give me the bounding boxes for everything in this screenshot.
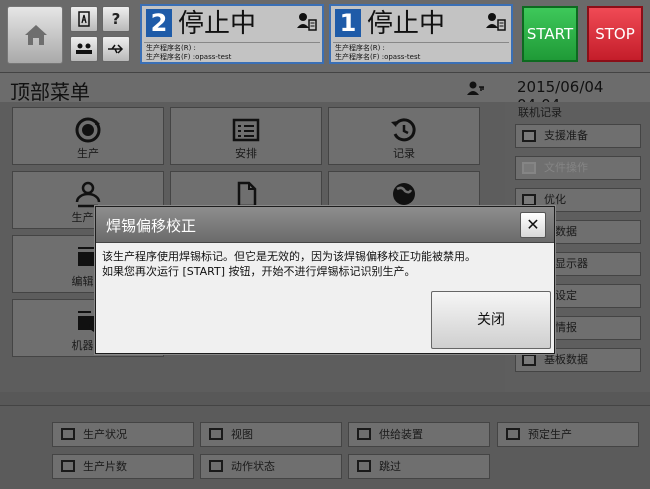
nav-label: 视图 <box>231 428 253 441</box>
globe-icon <box>393 183 415 205</box>
right-panel-title: 联机记录 <box>518 106 562 119</box>
operator-button[interactable] <box>70 36 98 62</box>
board-data-icon <box>522 354 536 366</box>
home-icon <box>25 25 47 45</box>
dialog-title: 焊锡偏移校正 <box>106 217 197 235</box>
tile-production[interactable]: 生产 <box>12 107 164 165</box>
program-front: 生产程序名(F) :opass-test <box>146 53 232 61</box>
nav-production-status[interactable]: 生产状况 <box>52 422 194 447</box>
nav-skip[interactable]: 跳过 <box>348 454 490 479</box>
lane-program-info: 生产程序名(R) : 生产程序名(F) :opass-test <box>335 44 420 62</box>
lane-1-status-panel[interactable]: 1 停止中 生产程序名(R) : 生产程序名(F) :opass-test <box>329 4 513 64</box>
right-item-file-operation[interactable]: 文件操作 <box>515 156 641 180</box>
nav-label: 预定生产 <box>528 428 572 441</box>
lane-2-status-panel[interactable]: 2 停止中 生产程序名(R) : 生产程序名(F) :opass-test <box>140 4 324 64</box>
production-count-icon <box>61 460 75 472</box>
right-item-label: 基板数据 <box>544 353 588 366</box>
setup-support-icon <box>522 130 536 142</box>
program-rear: 生产程序名(R) : <box>335 44 385 52</box>
dialog-titlebar: 焊锡偏移校正 ✕ <box>96 207 554 243</box>
lane-operator-icon <box>486 13 506 31</box>
right-item-label: 文件操作 <box>544 161 588 174</box>
lane-separator <box>333 42 509 43</box>
schedule-list-icon <box>232 118 260 142</box>
tile-label: 记录 <box>393 147 415 160</box>
info-button[interactable] <box>70 6 98 32</box>
home-button[interactable] <box>7 6 63 64</box>
nav-operation-status[interactable]: 动作状态 <box>200 454 342 479</box>
usb-icon <box>108 44 124 54</box>
top-bar: ? 2 停止中 生产程序名(R) : 生产程序名(F) :opass-test … <box>0 0 650 72</box>
production-status-icon <box>61 428 75 440</box>
tile-history[interactable]: 记录 <box>328 107 480 165</box>
feeder-icon <box>357 428 371 440</box>
right-item-setup-support[interactable]: 支援准备 <box>515 124 641 148</box>
operation-status-icon <box>209 460 223 472</box>
program-front: 生产程序名(F) :opass-test <box>335 53 421 61</box>
view-icon <box>209 428 223 440</box>
bottom-nav: 生产状况 视图 供给装置 预定生产 生产片数 动作状态 跳过 <box>0 405 650 489</box>
close-icon: ✕ <box>526 215 540 234</box>
right-item-label: 支援准备 <box>544 129 588 142</box>
nav-label: 生产片数 <box>83 460 127 473</box>
document-icon <box>237 181 257 208</box>
lane-separator <box>144 42 320 43</box>
info-icon <box>78 11 90 27</box>
stop-button[interactable]: STOP <box>587 6 643 62</box>
dialog-close-button[interactable]: ✕ <box>520 212 546 238</box>
nav-scheduled-production[interactable]: 预定生产 <box>497 422 639 447</box>
help-button[interactable]: ? <box>102 6 130 32</box>
usb-button[interactable] <box>102 36 130 62</box>
history-icon <box>391 118 416 142</box>
lane-status-text: 停止中 <box>178 9 257 39</box>
lane-number: 1 <box>335 9 361 37</box>
scheduled-production-icon <box>506 428 520 440</box>
lane-number: 2 <box>146 9 172 37</box>
program-rear: 生产程序名(R) : <box>146 44 196 52</box>
nav-production-count[interactable]: 生产片数 <box>52 454 194 479</box>
user-login-icon[interactable] <box>467 81 485 95</box>
nav-label: 动作状态 <box>231 460 275 473</box>
lane-operator-icon <box>297 13 317 31</box>
dialog-message: 该生产程序使用焊锡标记。但它是无效的，因为该焊锡偏移校正功能被禁用。 如果您再次… <box>102 249 550 279</box>
operator-refresh-icon <box>75 181 101 208</box>
file-operation-icon <box>522 162 536 174</box>
nav-feeder[interactable]: 供给装置 <box>348 422 490 447</box>
page-title: 顶部菜单 <box>10 80 90 104</box>
lane-status-text: 停止中 <box>367 9 446 39</box>
tile-label: 安排 <box>235 147 257 160</box>
dialog-message-line-2: 如果您再次运行 [START] 按钮，开始不进行焊锡标记识别生产。 <box>102 265 416 278</box>
nav-label: 供给装置 <box>379 428 423 441</box>
start-button[interactable]: START <box>522 6 578 62</box>
page-header: 顶部菜单 2015/06/04 04:04 <box>0 72 650 114</box>
skip-icon <box>357 460 371 472</box>
right-item-label: 优化 <box>544 193 566 206</box>
optimize-icon <box>522 194 536 206</box>
nav-label: 生产状况 <box>83 428 127 441</box>
lane-program-info: 生产程序名(R) : 生产程序名(F) :opass-test <box>146 44 231 62</box>
dialog-message-line-1: 该生产程序使用焊锡标记。但它是无效的，因为该焊锡偏移校正功能被禁用。 <box>102 250 476 263</box>
dialog-close-confirm-button[interactable]: 关闭 <box>431 291 551 349</box>
operators-icon <box>76 43 92 54</box>
nav-view[interactable]: 视图 <box>200 422 342 447</box>
tile-schedule[interactable]: 安排 <box>170 107 322 165</box>
tile-label: 生产 <box>77 147 99 160</box>
nav-label: 跳过 <box>379 460 401 473</box>
auto-cycle-icon <box>75 117 101 143</box>
solder-offset-dialog: 焊锡偏移校正 ✕ 该生产程序使用焊锡标记。但它是无效的，因为该焊锡偏移校正功能被… <box>95 206 555 354</box>
